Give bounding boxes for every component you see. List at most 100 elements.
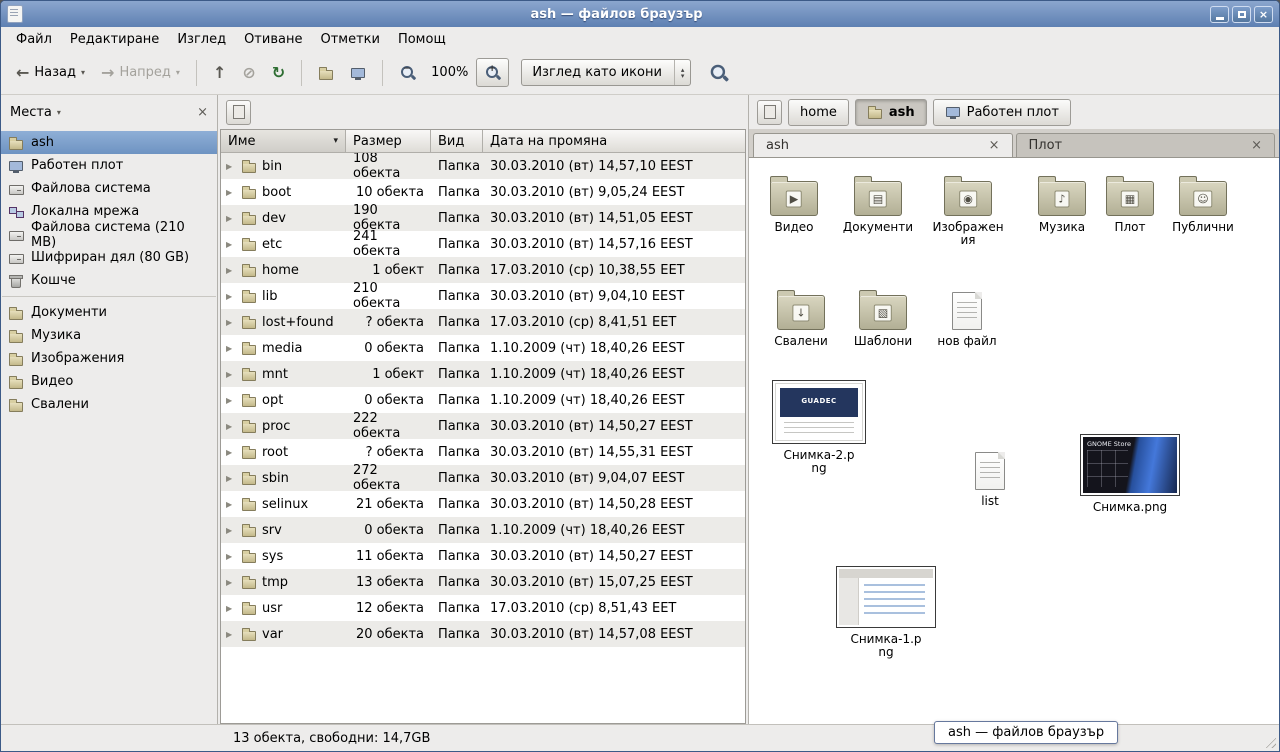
expander-icon[interactable]: ▶ bbox=[226, 474, 236, 483]
expander-icon[interactable]: ▶ bbox=[226, 162, 236, 171]
chevron-down-icon[interactable]: ▾ bbox=[176, 68, 180, 77]
expander-icon[interactable]: ▶ bbox=[226, 370, 236, 379]
sidebar-item-filesystem[interactable]: Файлова система bbox=[1, 177, 217, 200]
table-row[interactable]: ▶usr12 обектаПапка17.03.2010 (ср) 8,51,4… bbox=[221, 595, 745, 621]
expander-icon[interactable]: ▶ bbox=[226, 604, 236, 613]
icon-item[interactable]: ↓Свалени bbox=[761, 288, 841, 348]
menu-item[interactable]: Редактиране bbox=[61, 29, 168, 50]
table-row[interactable]: ▶home1 обектПапка17.03.2010 (ср) 10,38,5… bbox=[221, 257, 745, 283]
zoom-out-button[interactable]: − bbox=[392, 59, 423, 86]
table-row[interactable]: ▶lib210 обектаПапка30.03.2010 (вт) 9,04,… bbox=[221, 283, 745, 309]
sidebar-close-icon[interactable]: × bbox=[197, 105, 208, 120]
expander-icon[interactable]: ▶ bbox=[226, 396, 236, 405]
sidebar-item-ash[interactable]: ash bbox=[1, 131, 217, 154]
table-row[interactable]: ▶sys11 обектаПапка30.03.2010 (вт) 14,50,… bbox=[221, 543, 745, 569]
table-row[interactable]: ▶media0 обектаПапка1.10.2009 (чт) 18,40,… bbox=[221, 335, 745, 361]
menu-item[interactable]: Изглед bbox=[168, 29, 235, 50]
table-row[interactable]: ▶lost+found? обектаПапка17.03.2010 (ср) … bbox=[221, 309, 745, 335]
forward-button[interactable]: → Напред ▾ bbox=[94, 60, 187, 86]
expander-icon[interactable]: ▶ bbox=[226, 422, 236, 431]
minimize-button[interactable] bbox=[1210, 6, 1229, 23]
icon-item[interactable]: ▶Видео bbox=[754, 174, 834, 234]
tab-close-icon[interactable]: × bbox=[1251, 138, 1262, 153]
icon-item[interactable]: ▤Документи bbox=[838, 174, 918, 234]
column-header-name[interactable]: Име ▾ bbox=[221, 130, 346, 153]
table-row[interactable]: ▶etc241 обектаПапка30.03.2010 (вт) 14,57… bbox=[221, 231, 745, 257]
column-header-type[interactable]: Вид bbox=[431, 130, 483, 153]
back-button[interactable]: ← Назад ▾ bbox=[9, 60, 92, 86]
table-row[interactable]: ▶dev190 обектаПапка30.03.2010 (вт) 14,51… bbox=[221, 205, 745, 231]
expander-icon[interactable]: ▶ bbox=[226, 630, 236, 639]
tab-close-icon[interactable]: × bbox=[989, 138, 1000, 153]
chevron-down-icon[interactable]: ▾ bbox=[57, 108, 61, 117]
table-row[interactable]: ▶mnt1 обектПапка1.10.2009 (чт) 18,40,26 … bbox=[221, 361, 745, 387]
table-row[interactable]: ▶root? обектаПапка30.03.2010 (вт) 14,55,… bbox=[221, 439, 745, 465]
tab[interactable]: Плот× bbox=[1016, 133, 1276, 157]
expander-icon[interactable]: ▶ bbox=[226, 188, 236, 197]
sidebar-item-downloads[interactable]: Свалени bbox=[1, 393, 217, 416]
icon-item[interactable]: GUADECСнимка-2.png bbox=[764, 380, 874, 475]
tab[interactable]: ash× bbox=[753, 133, 1013, 157]
table-row[interactable]: ▶boot10 обектаПапка30.03.2010 (вт) 9,05,… bbox=[221, 179, 745, 205]
table-row[interactable]: ▶opt0 обектаПапка1.10.2009 (чт) 18,40,26… bbox=[221, 387, 745, 413]
expander-icon[interactable]: ▶ bbox=[226, 214, 236, 223]
pane-location-button[interactable] bbox=[757, 100, 782, 125]
expander-icon[interactable]: ▶ bbox=[226, 578, 236, 587]
menu-item[interactable]: Отиване bbox=[235, 29, 311, 50]
sidebar-item-pictures[interactable]: Изображения bbox=[1, 347, 217, 370]
breadcrumb-button[interactable]: ash bbox=[855, 99, 927, 126]
search-button[interactable] bbox=[703, 59, 734, 86]
table-row[interactable]: ▶tmp13 обектаПапка30.03.2010 (вт) 15,07,… bbox=[221, 569, 745, 595]
sidebar-item-desktop[interactable]: Работен плот bbox=[1, 154, 217, 177]
icon-item[interactable]: ☺Публични bbox=[1163, 174, 1243, 234]
expander-icon[interactable]: ▶ bbox=[226, 318, 236, 327]
icon-item[interactable]: list bbox=[950, 448, 1030, 508]
sidebar-item-encrypted-80gb[interactable]: Шифриран дял (80 GB) bbox=[1, 246, 217, 269]
column-header-modified[interactable]: Дата на промяна bbox=[483, 130, 745, 153]
table-row[interactable]: ▶selinux21 обектаПапка30.03.2010 (вт) 14… bbox=[221, 491, 745, 517]
expander-icon[interactable]: ▶ bbox=[226, 266, 236, 275]
expander-icon[interactable]: ▶ bbox=[226, 500, 236, 509]
icon-item[interactable]: ◉Изображения bbox=[925, 174, 1011, 247]
menu-item[interactable]: Отметки bbox=[311, 29, 388, 50]
icon-item[interactable]: нов файл bbox=[927, 288, 1007, 348]
sidebar-item-video[interactable]: Видео bbox=[1, 370, 217, 393]
expander-icon[interactable]: ▶ bbox=[226, 526, 236, 535]
table-row[interactable]: ▶sbin272 обектаПапка30.03.2010 (вт) 9,04… bbox=[221, 465, 745, 491]
breadcrumb-button[interactable]: home bbox=[788, 99, 849, 126]
breadcrumb-button[interactable]: Работен плот bbox=[933, 99, 1071, 126]
sidebar-item-documents[interactable]: Документи bbox=[1, 301, 217, 324]
computer-button[interactable] bbox=[343, 60, 373, 86]
stop-button[interactable]: ⊘ bbox=[235, 60, 262, 86]
view-mode-select[interactable]: Изглед като икони ▴▾ bbox=[521, 59, 691, 86]
icon-view[interactable]: ▶Видео▤Документи◉Изображения♪Музика▦Плот… bbox=[749, 158, 1279, 724]
table-row[interactable]: ▶var20 обектаПапка30.03.2010 (вт) 14,57,… bbox=[221, 621, 745, 647]
table-row[interactable]: ▶srv0 обектаПапка1.10.2009 (чт) 18,40,26… bbox=[221, 517, 745, 543]
reload-button[interactable]: ↻ bbox=[265, 60, 292, 86]
expander-icon[interactable]: ▶ bbox=[226, 448, 236, 457]
icon-item[interactable]: GNOME StoreСнимка.png bbox=[1075, 434, 1185, 514]
up-button[interactable]: ↑ bbox=[206, 60, 233, 86]
column-header-size[interactable]: Размер bbox=[346, 130, 431, 153]
table-row[interactable]: ▶proc222 обектаПапка30.03.2010 (вт) 14,5… bbox=[221, 413, 745, 439]
close-button[interactable]: × bbox=[1254, 6, 1273, 23]
maximize-button[interactable] bbox=[1232, 6, 1251, 23]
expander-icon[interactable]: ▶ bbox=[226, 240, 236, 249]
menu-item[interactable]: Файл bbox=[7, 29, 61, 50]
sidebar-item-trash[interactable]: Кошче bbox=[1, 269, 217, 292]
sidebar-item-music[interactable]: Музика bbox=[1, 324, 217, 347]
icon-item[interactable]: Снимка-1.png bbox=[831, 566, 941, 659]
zoom-in-button[interactable]: + bbox=[476, 58, 509, 87]
expander-icon[interactable]: ▶ bbox=[226, 292, 236, 301]
home-button[interactable] bbox=[311, 60, 341, 86]
icon-item[interactable]: ▦Плот bbox=[1090, 174, 1170, 234]
pane-location-button[interactable] bbox=[226, 100, 251, 125]
titlebar[interactable]: ash — файлов браузър × bbox=[1, 1, 1279, 27]
icon-item[interactable]: ▧Шаблони bbox=[843, 288, 923, 348]
sidebar-item-filesystem-210mb[interactable]: Файлова система (210 MB) bbox=[1, 223, 217, 246]
menu-item[interactable]: Помощ bbox=[389, 29, 455, 50]
expander-icon[interactable]: ▶ bbox=[226, 552, 236, 561]
table-row[interactable]: ▶bin108 обектаПапка30.03.2010 (вт) 14,57… bbox=[221, 153, 745, 179]
chevron-down-icon[interactable]: ▾ bbox=[81, 68, 85, 77]
expander-icon[interactable]: ▶ bbox=[226, 344, 236, 353]
